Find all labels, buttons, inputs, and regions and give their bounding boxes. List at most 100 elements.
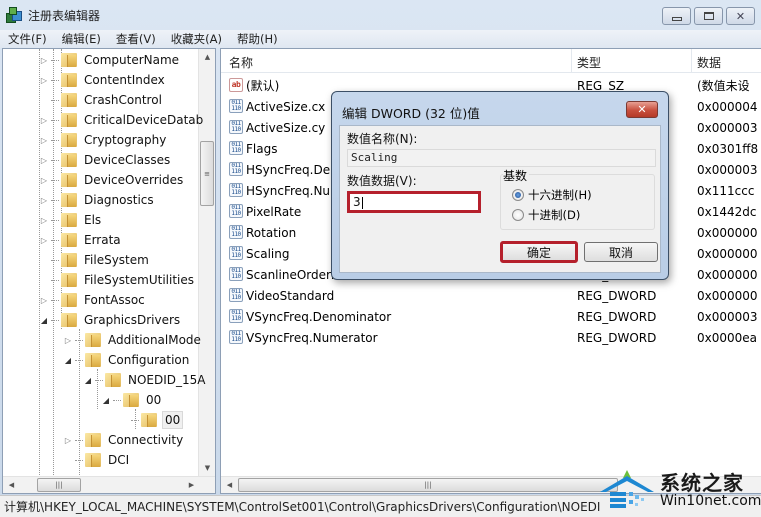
tree-connector-line	[51, 59, 59, 61]
tree-item[interactable]: ▷ ComputerName	[39, 50, 181, 70]
folder-icon	[60, 172, 78, 188]
expanded-arrow-icon[interactable]: ◢	[101, 396, 111, 405]
collapsed-arrow-icon[interactable]: ▷	[39, 136, 49, 145]
dialog-close-button[interactable]: ✕	[626, 101, 658, 118]
collapsed-arrow-icon[interactable]: ▷	[39, 56, 49, 65]
menu-help[interactable]: 帮助(H)	[237, 31, 278, 47]
tree-item[interactable]: FileSystemUtilities	[39, 270, 196, 290]
tree-item[interactable]: ▷ Diagnostics	[39, 190, 156, 210]
tree-hscroll-thumb[interactable]: |||	[37, 478, 81, 492]
column-header-type[interactable]: 类型	[577, 54, 601, 71]
tree-item[interactable]: CrashControl	[39, 90, 164, 110]
expanded-arrow-icon[interactable]: ◢	[83, 376, 93, 385]
collapsed-arrow-icon[interactable]: ▷	[39, 156, 49, 165]
tree-horizontal-scrollbar[interactable]: ◀ ||| ▶	[3, 476, 215, 493]
cell-data: 0x000003	[697, 120, 758, 135]
scroll-up-icon[interactable]: ▲	[199, 49, 215, 65]
cell-type: REG_DWORD	[577, 330, 657, 345]
column-header-data[interactable]: 数据	[697, 54, 721, 71]
tree-item[interactable]: ◢ Configuration	[63, 350, 191, 370]
tree-item[interactable]: ▷ DeviceClasses	[39, 150, 172, 170]
string-value-icon: ab	[229, 78, 243, 92]
tree-scroll-thumb[interactable]: ≡	[200, 141, 214, 206]
expanded-arrow-icon[interactable]: ◢	[39, 316, 49, 325]
tree-item[interactable]: 00	[119, 410, 184, 430]
menu-file[interactable]: 文件(F)	[8, 31, 47, 47]
list-item[interactable]: 011 110 VSyncFreq.Denominator REG_DWORD 0x0…	[221, 306, 761, 327]
registry-tree[interactable]: ▲ ≡ ▼ ◀ ||| ▶ ▷ ComputerName ▷ ContentIndex…	[2, 48, 216, 494]
radio-unchecked-icon[interactable]	[512, 209, 524, 221]
menu-favorites[interactable]: 收藏夹(A)	[171, 31, 222, 47]
folder-icon	[84, 352, 102, 368]
tree-item[interactable]: ◢ 00	[101, 390, 163, 410]
maximize-button[interactable]	[694, 7, 723, 25]
tree-connector-line	[75, 459, 83, 461]
list-hscroll-thumb[interactable]: |||	[238, 478, 618, 492]
cell-type: REG_DWORD	[577, 288, 657, 303]
radio-decimal[interactable]: 十进制(D)	[512, 207, 580, 223]
binary-value-icon: 011 110	[229, 162, 243, 176]
folder-icon	[60, 92, 78, 108]
tree-connector-line	[51, 199, 59, 201]
value-data-input[interactable]: 3	[347, 191, 481, 213]
menu-edit[interactable]: 编辑(E)	[62, 31, 101, 47]
tree-item[interactable]: ▷ ContentIndex	[39, 70, 167, 90]
tree-item[interactable]: ▷ Connectivity	[63, 430, 185, 450]
list-item[interactable]: 011 110 VideoStandard REG_DWORD 0x000000	[221, 285, 761, 306]
folder-icon	[60, 152, 78, 168]
tree-item[interactable]: ▷ AdditionalMode	[63, 330, 203, 350]
base-label: 基数	[503, 167, 530, 184]
tree-item[interactable]: ◢ GraphicsDrivers	[39, 310, 182, 330]
collapsed-arrow-icon[interactable]: ▷	[39, 196, 49, 205]
scroll-down-icon[interactable]: ▼	[199, 460, 215, 476]
collapsed-arrow-icon[interactable]: ▷	[39, 236, 49, 245]
tree-connector-line	[131, 419, 139, 421]
scroll-right-icon[interactable]: ▶	[183, 477, 200, 493]
tree-item-label: GraphicsDrivers	[84, 313, 181, 327]
collapsed-arrow-icon[interactable]: ▷	[63, 336, 73, 345]
cell-data: 0x000003	[697, 309, 758, 324]
tree-item[interactable]: ▷ Errata	[39, 230, 123, 250]
radio-decimal-label: 十进制(D)	[528, 208, 581, 222]
cell-name: ScanlineOrderi	[246, 267, 335, 282]
tree-item-label: DeviceClasses	[84, 153, 171, 167]
cell-data: 0x000000	[697, 246, 758, 261]
tree-item[interactable]: ▷ FontAssoc	[39, 290, 147, 310]
title-bar: 注册表编辑器 ✕	[0, 0, 761, 30]
radio-checked-icon[interactable]	[512, 189, 524, 201]
dialog-body: 数值名称(N): Scaling 数值数据(V): 3 十六进制(H) 十进制(…	[339, 125, 661, 273]
menu-view[interactable]: 查看(V)	[116, 31, 156, 47]
tree-item[interactable]: DCI	[63, 450, 131, 470]
column-header-name[interactable]: 名称	[229, 54, 253, 71]
tree-item-label: FontAssoc	[84, 293, 145, 307]
cancel-button[interactable]: 取消	[584, 242, 658, 262]
collapsed-arrow-icon[interactable]: ▷	[39, 216, 49, 225]
radio-hexadecimal[interactable]: 十六进制(H)	[512, 187, 592, 203]
tree-item[interactable]: ▷ CriticalDeviceDatab	[39, 110, 205, 130]
collapsed-arrow-icon[interactable]: ▷	[39, 296, 49, 305]
scroll-left-icon[interactable]: ◀	[221, 477, 238, 493]
collapsed-arrow-icon[interactable]: ▷	[39, 76, 49, 85]
folder-icon	[122, 392, 140, 408]
tree-item[interactable]: ◢ NOEDID_15A	[83, 370, 208, 390]
collapsed-arrow-icon[interactable]: ▷	[39, 116, 49, 125]
house-logo-icon	[600, 470, 654, 508]
list-item[interactable]: 011 110 VSyncFreq.Numerator REG_DWORD 0x000…	[221, 327, 761, 348]
tree-item-label: Configuration	[108, 353, 190, 367]
scroll-left-icon[interactable]: ◀	[3, 477, 20, 493]
folder-icon	[60, 52, 78, 68]
tree-item[interactable]: FileSystem	[39, 250, 151, 270]
collapsed-arrow-icon[interactable]: ▷	[39, 176, 49, 185]
tree-connector-line	[51, 179, 59, 181]
dialog-title: 编辑 DWORD (32 位)值	[342, 106, 480, 121]
expanded-arrow-icon[interactable]: ◢	[63, 356, 73, 365]
tree-connector-line	[51, 299, 59, 301]
tree-item[interactable]: ▷ Cryptography	[39, 130, 168, 150]
tree-item-label: Els	[84, 213, 102, 227]
tree-item[interactable]: ▷ DeviceOverrides	[39, 170, 185, 190]
tree-item[interactable]: ▷ Els	[39, 210, 103, 230]
minimize-button[interactable]	[662, 7, 691, 25]
close-window-button[interactable]: ✕	[726, 7, 755, 25]
ok-button[interactable]: 确定	[500, 241, 578, 263]
collapsed-arrow-icon[interactable]: ▷	[63, 436, 73, 445]
